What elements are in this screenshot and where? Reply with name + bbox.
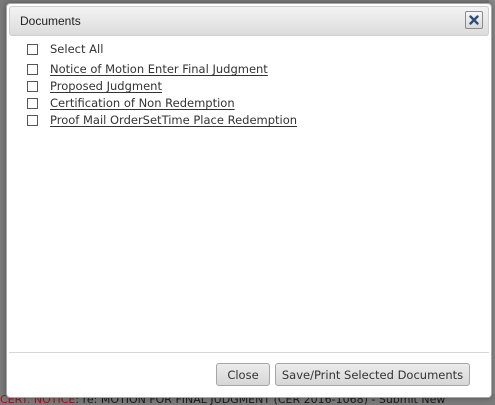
- document-link[interactable]: Certification of Non Redemption: [50, 96, 235, 110]
- select-all-row[interactable]: Select All: [27, 41, 103, 57]
- select-all-checkbox[interactable]: [27, 43, 38, 55]
- document-checkbox[interactable]: [27, 63, 38, 75]
- document-checkbox[interactable]: [27, 97, 38, 109]
- dialog-title: Documents: [20, 14, 81, 28]
- dialog-titlebar[interactable]: Documents: [9, 6, 489, 36]
- close-x-icon[interactable]: [465, 11, 483, 29]
- documents-dialog: Documents Select All Notice of Motion En…: [6, 3, 492, 398]
- document-link[interactable]: Proof Mail OrderSetTime Place Redemption: [50, 113, 297, 127]
- document-item-proposed-judgment[interactable]: Proposed Judgment: [27, 78, 162, 94]
- document-item-notice-of-motion[interactable]: Notice of Motion Enter Final Judgment: [27, 61, 268, 77]
- dialog-footer-divider: [9, 352, 489, 353]
- close-button[interactable]: Close: [216, 363, 270, 386]
- save-print-button[interactable]: Save/Print Selected Documents: [275, 363, 470, 386]
- document-link[interactable]: Notice of Motion Enter Final Judgment: [50, 62, 268, 76]
- document-item-proof-mail[interactable]: Proof Mail OrderSetTime Place Redemption: [27, 112, 297, 128]
- document-checkbox[interactable]: [27, 114, 38, 126]
- document-link[interactable]: Proposed Judgment: [50, 79, 162, 93]
- select-all-label: Select All: [50, 42, 104, 56]
- document-checkbox[interactable]: [27, 80, 38, 92]
- document-item-certification[interactable]: Certification of Non Redemption: [27, 95, 235, 111]
